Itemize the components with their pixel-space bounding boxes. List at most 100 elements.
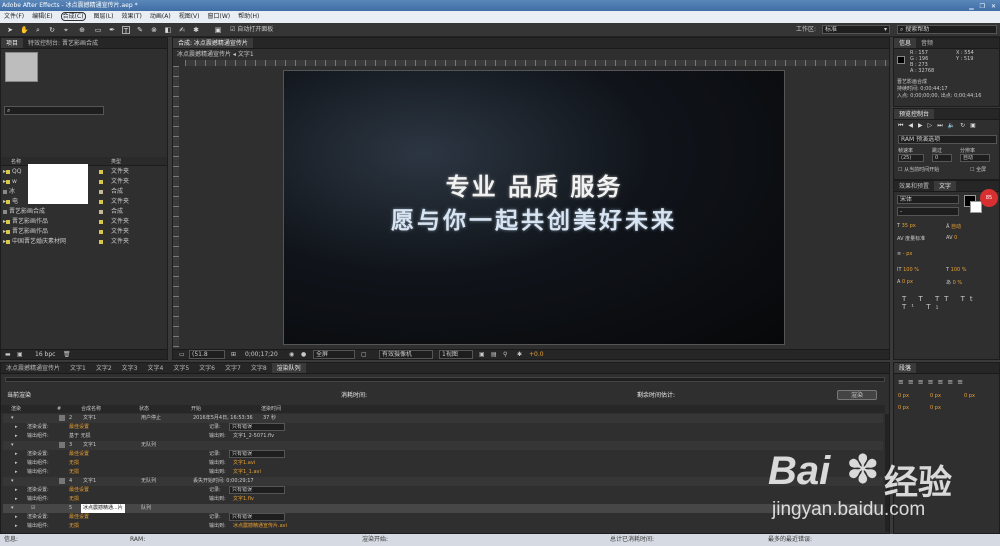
grid-icon[interactable]: ▤ bbox=[491, 350, 497, 359]
menu-file[interactable]: 文件(F) bbox=[4, 13, 24, 20]
subrow-right-value[interactable]: 文字1_2-5071.flv bbox=[233, 432, 274, 441]
toggle-view-icon[interactable]: ▭ bbox=[179, 350, 185, 359]
column-render[interactable]: 渲染 bbox=[11, 405, 21, 413]
list-item[interactable]: ▸ w 文件夹 bbox=[3, 177, 129, 186]
subrow-right-select[interactable]: 只有错误 bbox=[229, 450, 285, 458]
menu-edit[interactable]: 编辑(E) bbox=[32, 13, 52, 20]
tsume-control[interactable]: あ 0 % bbox=[946, 279, 962, 286]
flowchart-icon[interactable]: ⚲ bbox=[503, 350, 507, 359]
tab-render-queue[interactable]: 渲染队列 bbox=[271, 363, 306, 373]
leading-control[interactable]: Â 自动 bbox=[946, 223, 961, 230]
list-item[interactable]: ▸ 中国晋艺婚庆素材网 文件夹 bbox=[3, 237, 129, 246]
subrow-value[interactable]: 基于 无损 bbox=[69, 432, 91, 441]
tab-timeline[interactable]: 文字2 bbox=[91, 363, 117, 373]
subrow-right-value[interactable]: 文字1.flv bbox=[233, 495, 254, 504]
tab-timeline[interactable]: 文字7 bbox=[220, 363, 246, 373]
indent-left-value[interactable]: 0 px bbox=[898, 393, 909, 399]
composition-viewer[interactable]: 专业 品质 服务 愿与你一起共创美好未来 bbox=[283, 70, 785, 345]
subrow-value[interactable]: 最佳设置 bbox=[69, 513, 89, 522]
subrow-right-value[interactable]: 冰点震撼精通宣传片.avi bbox=[233, 522, 287, 531]
horizontal-scale-control[interactable]: T 100 % bbox=[946, 267, 967, 273]
render-checkbox[interactable] bbox=[59, 414, 65, 421]
subrow-value[interactable]: 无损 bbox=[69, 459, 79, 468]
render-checkbox[interactable] bbox=[59, 477, 65, 484]
queue-item[interactable]: ▾ 2 文字1 用户停止 2016年5月4日, 16:53:36 37 秒 bbox=[3, 414, 883, 423]
fps-select[interactable]: (25) bbox=[898, 154, 924, 162]
menu-composition[interactable]: 合成(C) bbox=[60, 12, 86, 21]
pan-behind-tool-icon[interactable]: ⊕ bbox=[78, 26, 86, 34]
tab-preview[interactable]: 预览控制台 bbox=[894, 109, 935, 119]
zoom-tool-icon[interactable]: ⌕ bbox=[34, 26, 42, 34]
baseline-shift-control[interactable]: A 0 px bbox=[897, 279, 913, 285]
space-after-value[interactable]: 0 px bbox=[930, 405, 941, 411]
zoom-select[interactable]: (51.8 bbox=[189, 350, 225, 359]
font-size-control[interactable]: T 35 px bbox=[897, 223, 916, 229]
expand-arrow-icon[interactable]: ▸ bbox=[15, 450, 18, 459]
queue-item[interactable]: ▾ 4 文字1 无队列 丢失开始时间: 0;00;29;17 bbox=[3, 477, 883, 486]
menu-window[interactable]: 窗口(W) bbox=[207, 13, 230, 20]
expand-arrow-icon[interactable]: ▸ bbox=[15, 486, 18, 495]
subrow-value[interactable]: 无损 bbox=[69, 522, 79, 531]
snapshot-icon[interactable]: ◉ bbox=[289, 350, 294, 359]
tab-timeline[interactable]: 文字5 bbox=[168, 363, 194, 373]
tab-timeline[interactable]: 文字1 bbox=[65, 363, 91, 373]
expand-arrow-icon[interactable]: ▸ bbox=[15, 459, 18, 468]
menu-effect[interactable]: 效果(T) bbox=[122, 13, 142, 20]
menu-view[interactable]: 视图(V) bbox=[179, 13, 200, 20]
tab-timeline[interactable]: 文字8 bbox=[246, 363, 272, 373]
tab-effects-presets[interactable]: 效果和预置 bbox=[894, 181, 934, 191]
layout-icon[interactable]: ▣ bbox=[479, 350, 485, 359]
subrow-value[interactable]: 最佳设置 bbox=[69, 450, 89, 459]
tracking-control[interactable]: AV 0 bbox=[946, 235, 957, 241]
color-channel-icon[interactable]: ● bbox=[301, 350, 306, 359]
subrow-right-select[interactable]: 只有错误 bbox=[229, 423, 285, 431]
subrow-right-select[interactable]: 只有错误 bbox=[229, 513, 285, 521]
camera-select[interactable]: 有效摄像机 bbox=[379, 350, 433, 359]
list-item[interactable]: ▸ 晋艺影画作品 文件夹 bbox=[3, 217, 129, 226]
resolution-select[interactable]: 全屏 bbox=[313, 350, 355, 359]
column-render-time[interactable]: 渲染时间 bbox=[261, 405, 281, 413]
expand-arrow-icon[interactable]: ▸ bbox=[15, 432, 18, 441]
text-style-buttons[interactable]: T T TT Tt T¹ T₁ bbox=[902, 295, 999, 311]
alignment-buttons[interactable]: ≡≡≡≡≡≡≡ bbox=[898, 378, 967, 386]
indent-right-value[interactable]: 0 px bbox=[964, 393, 975, 399]
list-item[interactable]: 冰 合成 bbox=[3, 187, 123, 196]
help-search-input[interactable]: ⌕ 搜索帮助 bbox=[897, 25, 997, 34]
expand-arrow-icon[interactable]: ▸ bbox=[15, 468, 18, 477]
list-item[interactable]: ▸ 电文件夹 bbox=[3, 197, 129, 206]
type-tool-icon[interactable]: T bbox=[122, 26, 130, 35]
bpc-label[interactable]: 16 bpc bbox=[35, 351, 55, 358]
tab-info[interactable]: 信息 bbox=[894, 38, 917, 48]
tab-timeline[interactable]: 文字6 bbox=[194, 363, 220, 373]
rotate-tool-icon[interactable]: ↻ bbox=[48, 26, 56, 34]
stroke-width-control[interactable]: ≡ - px bbox=[897, 251, 912, 257]
list-item[interactable]: 晋艺影画合成 合成 bbox=[3, 207, 123, 216]
composition-new-icon[interactable]: ▣ bbox=[17, 351, 23, 358]
hand-tool-icon[interactable]: ✋ bbox=[20, 26, 29, 34]
workspace-select[interactable]: 标准 ▾ bbox=[822, 25, 890, 34]
roto-tool-icon[interactable]: ✍ bbox=[178, 26, 186, 34]
subrow-value[interactable]: 最佳设置 bbox=[69, 423, 89, 432]
vertical-scale-control[interactable]: IT 100 % bbox=[897, 267, 919, 273]
tab-timeline[interactable]: 文字4 bbox=[143, 363, 169, 373]
exposure-icon[interactable]: ✱ bbox=[517, 350, 522, 359]
expand-arrow-icon[interactable]: ▸ bbox=[15, 513, 18, 522]
expand-arrow-icon[interactable]: ▸ bbox=[15, 522, 18, 531]
camera-tool-icon[interactable]: ⌖ bbox=[62, 26, 70, 34]
headline-text-layer[interactable]: 专业 品质 服务 bbox=[284, 167, 784, 202]
puppet-tool-icon[interactable]: ✱ bbox=[192, 26, 200, 34]
column-comp-name[interactable]: 合成名称 bbox=[81, 405, 101, 413]
brush-tool-icon[interactable]: ✎ bbox=[136, 26, 144, 34]
list-item[interactable]: ▸ QQ 文件夹 bbox=[3, 167, 129, 176]
region-icon[interactable]: ▢ bbox=[361, 350, 367, 359]
column-number[interactable]: # bbox=[57, 405, 61, 413]
queue-item[interactable]: ▾ 3 文字1 无队列 bbox=[3, 441, 883, 450]
mask-tool-icon[interactable]: ▭ bbox=[94, 26, 102, 34]
list-item[interactable]: ▸ 晋艺影画作品 文件夹 bbox=[3, 227, 129, 236]
tab-composition[interactable]: 合成: 冰点震撼精通宣传片 bbox=[173, 38, 253, 48]
resolution-select[interactable]: 自动 bbox=[960, 154, 990, 162]
column-type[interactable]: 类型 bbox=[111, 158, 121, 165]
column-start[interactable]: 开始 bbox=[191, 405, 201, 413]
subrow-value[interactable]: 无损 bbox=[69, 495, 79, 504]
stroke-color-swatch[interactable] bbox=[970, 201, 982, 213]
